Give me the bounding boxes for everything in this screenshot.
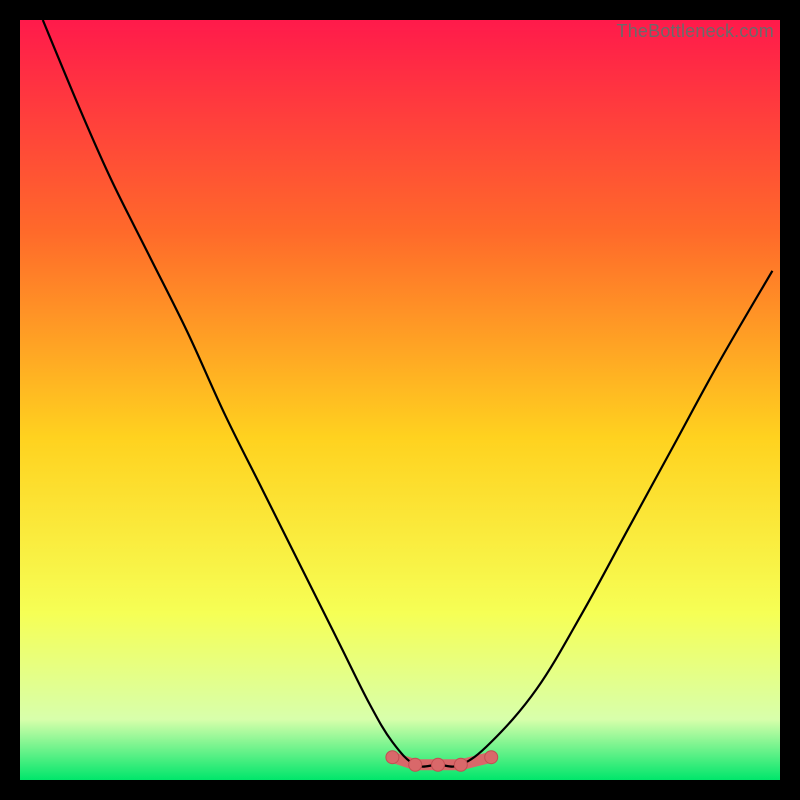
sweet-spot-marker	[485, 751, 498, 764]
sweet-spot-marker	[386, 751, 399, 764]
watermark-text: TheBottleneck.com	[617, 21, 774, 42]
chart-plot-layer	[20, 20, 780, 780]
chart-frame: TheBottleneck.com	[20, 20, 780, 780]
sweet-spot-marker	[432, 758, 445, 771]
sweet-spot-marker	[454, 758, 467, 771]
sweet-spot-marker	[409, 758, 422, 771]
bottleneck-curve	[43, 20, 773, 767]
